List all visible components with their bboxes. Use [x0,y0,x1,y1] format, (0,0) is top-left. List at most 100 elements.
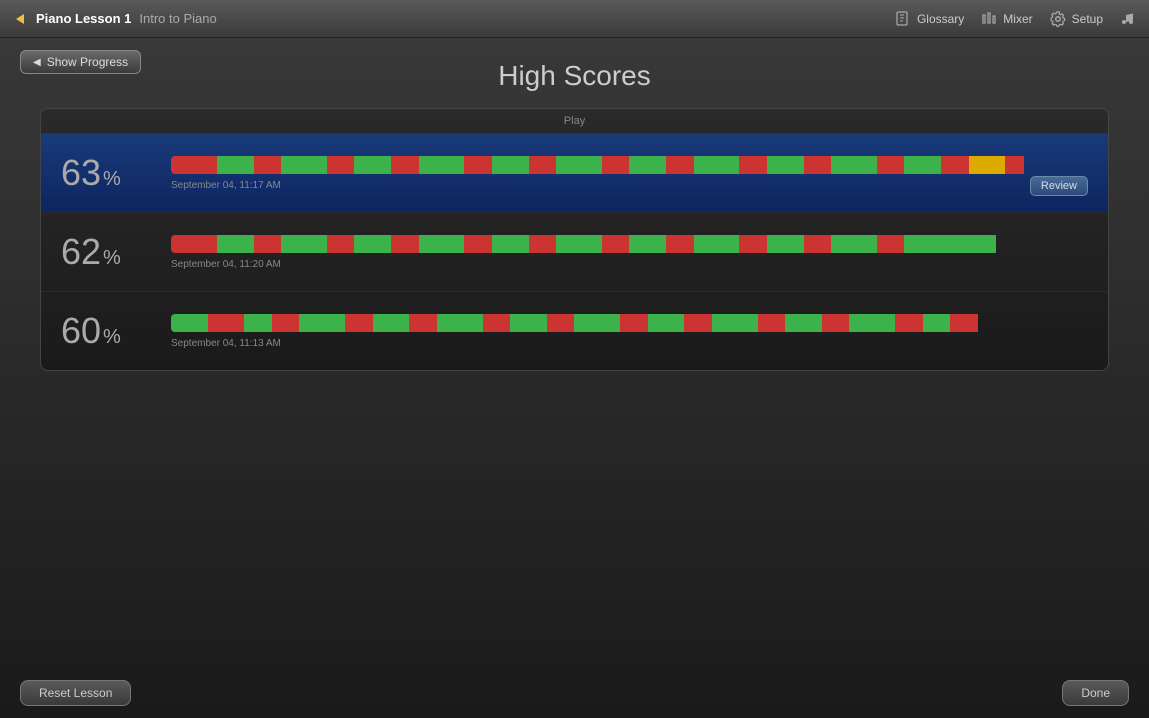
nav-glossary[interactable]: Glossary [894,10,964,28]
seg [281,156,327,174]
seg [217,235,254,253]
seg [574,314,620,332]
score-bar-2 [171,235,1088,253]
seg [666,235,694,253]
seg [547,314,575,332]
seg [1005,156,1023,174]
seg [483,314,511,332]
seg [171,314,208,332]
app-subtitle: Intro to Piano [139,11,216,26]
seg [391,235,419,253]
seg [629,235,666,253]
app-title: Piano Lesson 1 [36,11,131,26]
seg [831,235,877,253]
seg [831,156,877,174]
seg [327,156,355,174]
seg [950,314,978,332]
score-date-3: September 04, 11:13 AM [171,338,1088,349]
seg [767,235,804,253]
score-bar-area-3: September 04, 11:13 AM [171,314,1088,349]
seg [437,314,483,332]
seg [354,156,391,174]
main-content: Show Progress High Scores Play 63 % [0,38,1149,383]
seg [556,156,602,174]
seg [895,314,923,332]
seg [244,314,272,332]
score-bar-area-2: September 04, 11:20 AM [171,235,1088,270]
seg [923,314,951,332]
glossary-label: Glossary [917,12,964,26]
seg [620,314,648,332]
seg [391,156,419,174]
score-row-3: 60 % [41,292,1108,370]
seg [694,235,740,253]
mixer-label: Mixer [1003,12,1032,26]
music-icon [1119,10,1137,28]
seg [409,314,437,332]
score-bar-area-1: September 04, 11:17 AM [171,156,1088,191]
seg [648,314,685,332]
seg [272,314,300,332]
score-pct-3: 60 % [61,310,171,352]
score-row-2: 62 % [41,213,1108,292]
seg [804,156,832,174]
seg [419,156,465,174]
seg [556,235,602,253]
score-pct-2: 62 % [61,231,171,273]
reset-lesson-button[interactable]: Reset Lesson [20,680,131,706]
seg [208,314,245,332]
score-row-1: 63 % [41,134,1108,213]
seg [254,156,282,174]
seg [354,235,391,253]
seg [299,314,345,332]
book-icon [894,10,912,28]
seg [629,156,666,174]
seg [464,156,492,174]
seg [941,156,969,174]
seg [684,314,712,332]
seg [464,235,492,253]
seg [373,314,410,332]
seg [510,314,547,332]
seg [767,156,804,174]
title-bar-left: Piano Lesson 1 Intro to Piano [12,11,217,27]
score-num-2: 62 [61,231,101,273]
score-bar-1 [171,156,1088,174]
review-button[interactable]: Review [1030,176,1088,196]
setup-label: Setup [1072,12,1103,26]
seg [529,156,557,174]
score-num-3: 60 [61,310,101,352]
seg [254,235,282,253]
seg [739,156,767,174]
seg [849,314,895,332]
seg [739,235,767,253]
title-bar-right: Glossary Mixer Setup [894,10,1137,28]
show-progress-button[interactable]: Show Progress [20,50,141,74]
seg [822,314,850,332]
bottom-bar: Reset Lesson Done [0,668,1149,718]
seg [712,314,758,332]
score-date-1: September 04, 11:17 AM [171,180,1088,191]
title-bar: Piano Lesson 1 Intro to Piano Glossary [0,0,1149,38]
seg [171,156,217,174]
seg [694,156,740,174]
seg [281,235,327,253]
seg [904,156,941,174]
seg [492,235,529,253]
score-date-2: September 04, 11:20 AM [171,259,1088,270]
back-button[interactable] [12,11,28,27]
seg [666,156,694,174]
nav-mixer[interactable]: Mixer [980,10,1032,28]
seg [217,156,254,174]
score-pct-1: 63 % [61,152,171,194]
seg [804,235,832,253]
seg [419,235,465,253]
seg [969,156,1006,174]
done-button[interactable]: Done [1062,680,1129,706]
seg [529,235,557,253]
seg [602,156,630,174]
nav-setup[interactable]: Setup [1049,10,1103,28]
seg [602,235,630,253]
nav-music[interactable] [1119,10,1137,28]
seg [327,235,355,253]
